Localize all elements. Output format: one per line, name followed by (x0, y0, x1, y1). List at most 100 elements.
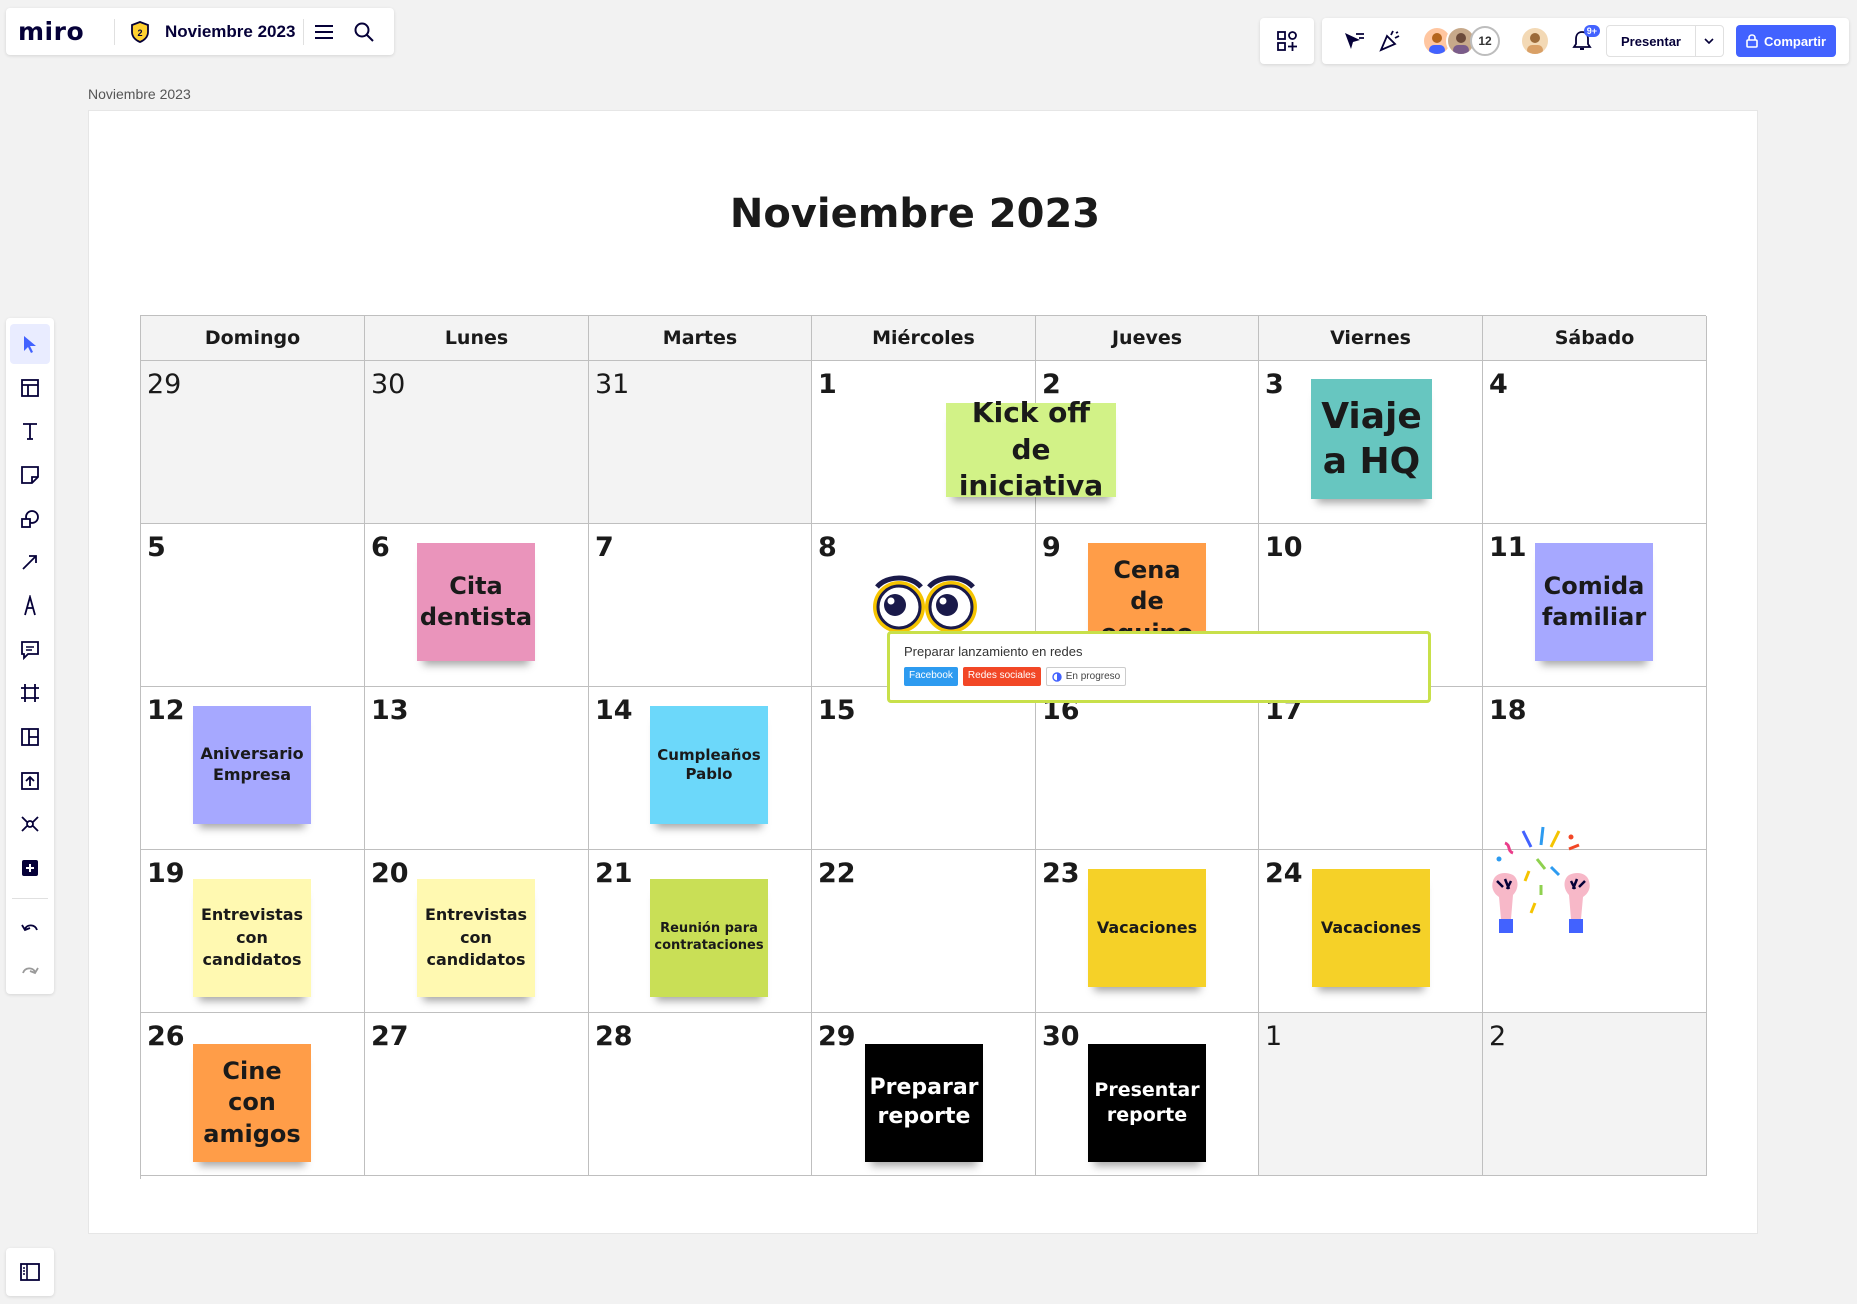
board-shield-icon[interactable]: 2 (129, 20, 151, 43)
weekday-header: Viernes (1259, 316, 1483, 361)
day-number: 1 (1265, 1021, 1283, 1052)
board-header: miro 2 Noviembre 2023 (6, 8, 394, 55)
day-cell[interactable]: 17 (1259, 687, 1483, 850)
celebrate-icon[interactable] (1372, 23, 1408, 59)
undo-icon[interactable] (10, 909, 50, 949)
pen-icon[interactable] (10, 586, 50, 626)
search-icon[interactable] (344, 12, 384, 52)
day-number: 18 (1489, 695, 1527, 726)
weekday-header: Domingo (141, 316, 365, 361)
weekday-header: Martes (589, 316, 812, 361)
day-cell[interactable]: 15 (812, 687, 1036, 850)
lock-icon (1746, 34, 1758, 48)
day-number: 5 (147, 532, 166, 563)
more-tools-icon[interactable] (10, 848, 50, 888)
upload-icon[interactable] (10, 761, 50, 801)
day-number: 29 (147, 369, 182, 400)
sticky-note[interactable]: Kick off de iniciativa (946, 396, 1116, 502)
day-cell[interactable]: 2 (1483, 1013, 1707, 1176)
svg-text:2: 2 (137, 28, 142, 38)
mind-map-icon[interactable] (10, 804, 50, 844)
status-label: En progreso (1065, 671, 1121, 682)
day-cell[interactable]: 31 (589, 361, 812, 524)
day-cell[interactable]: 29 (141, 361, 365, 524)
day-cell[interactable]: 22 (812, 850, 1036, 1013)
day-number: 2 (1489, 1021, 1507, 1052)
day-number: 11 (1489, 532, 1527, 563)
connection-line-icon[interactable] (10, 542, 50, 582)
sticky-note[interactable]: Comida familiar (1535, 543, 1653, 661)
day-number: 12 (147, 695, 185, 726)
day-number: 1 (818, 369, 837, 400)
weekday-header: Jueves (1036, 316, 1259, 361)
day-cell[interactable]: 27 (365, 1013, 589, 1176)
board-title[interactable]: Noviembre 2023 (165, 22, 303, 42)
my-avatar[interactable] (1520, 26, 1550, 56)
day-cell[interactable]: 7 (589, 524, 812, 687)
day-number: 8 (818, 532, 837, 563)
participants-count[interactable]: 12 (1470, 26, 1500, 56)
sticky-note[interactable]: Vacaciones (1312, 869, 1430, 987)
chevron-down-icon[interactable] (1694, 26, 1723, 56)
day-number: 30 (1042, 1021, 1080, 1052)
day-cell[interactable]: 28 (589, 1013, 812, 1176)
sticky-note[interactable]: Entrevistas con candidatos (193, 879, 311, 997)
day-cell[interactable]: 13 (365, 687, 589, 850)
panel-toggle-icon[interactable] (6, 1248, 54, 1296)
sticky-note[interactable]: Cumpleaños Pablo (650, 706, 768, 824)
day-cell[interactable]: 5 (141, 524, 365, 687)
sticky-note[interactable]: Reunión para contrataciones (650, 879, 768, 997)
cursor-select-icon[interactable] (1336, 23, 1372, 59)
sticky-note[interactable]: Presentar reporte (1088, 1044, 1206, 1162)
menu-icon[interactable] (304, 12, 344, 52)
day-number: 7 (595, 532, 614, 563)
comment-icon[interactable] (10, 630, 50, 670)
divider (114, 18, 115, 45)
tag-redes-sociales[interactable]: Redes sociales (962, 667, 1041, 686)
card-icon[interactable] (10, 717, 50, 757)
sticky-note[interactable]: Entrevistas con candidatos (417, 879, 535, 997)
sticky-note[interactable]: Cita dentista (417, 543, 535, 661)
frame-icon[interactable] (10, 673, 50, 713)
text-tool-icon[interactable] (10, 411, 50, 451)
day-number: 23 (1042, 858, 1080, 889)
notifications-badge: 9+ (1583, 25, 1600, 37)
celebration-hands-icon[interactable] (1485, 823, 1597, 944)
redo-icon[interactable] (10, 952, 50, 992)
day-cell[interactable]: 4 (1483, 361, 1707, 524)
card-tags: Facebook Redes sociales En progreso (904, 667, 1414, 686)
share-label: Compartir (1763, 33, 1827, 49)
day-cell[interactable]: 1 (1259, 1013, 1483, 1176)
divider (12, 897, 48, 899)
sticky-note[interactable]: Vacaciones (1088, 869, 1206, 987)
day-number: 20 (371, 858, 409, 889)
shapes-icon[interactable] (10, 499, 50, 539)
tag-facebook[interactable]: Facebook (904, 667, 958, 686)
share-button[interactable]: Compartir (1735, 25, 1837, 57)
sticky-note-icon[interactable] (10, 455, 50, 495)
day-number: 9 (1042, 532, 1061, 563)
templates-icon[interactable] (10, 368, 50, 408)
participants[interactable]: 12 (1422, 26, 1500, 56)
apps-icon[interactable] (1260, 18, 1314, 64)
sticky-note[interactable]: Viaje a HQ (1311, 379, 1432, 499)
miro-logo[interactable]: miro (6, 17, 114, 46)
day-cell[interactable]: 30 (365, 361, 589, 524)
calendar-title: Noviembre 2023 (729, 191, 1101, 237)
calendar-frame: Noviembre 2023 Domingo Lunes Martes Miér… (88, 110, 1758, 1234)
frame-label[interactable]: Noviembre 2023 (88, 86, 191, 102)
present-button[interactable]: Presentar (1606, 25, 1724, 57)
day-number: 14 (595, 695, 633, 726)
day-number: 3 (1265, 369, 1284, 400)
status-badge[interactable]: En progreso (1045, 667, 1127, 686)
task-card[interactable]: Preparar lanzamiento en redes Facebook R… (887, 631, 1431, 703)
day-number: 27 (371, 1021, 409, 1052)
notifications-bell-icon[interactable]: 9+ (1564, 23, 1600, 59)
sticky-note[interactable]: Preparar reporte (865, 1044, 983, 1162)
sticky-note[interactable]: Cine con amigos (193, 1044, 311, 1162)
select-tool-icon[interactable] (10, 324, 50, 364)
sticky-note[interactable]: Aniversario Empresa (193, 706, 311, 824)
day-number: 13 (371, 695, 409, 726)
day-cell[interactable]: 16 (1036, 687, 1259, 850)
creation-toolbar (6, 318, 54, 994)
